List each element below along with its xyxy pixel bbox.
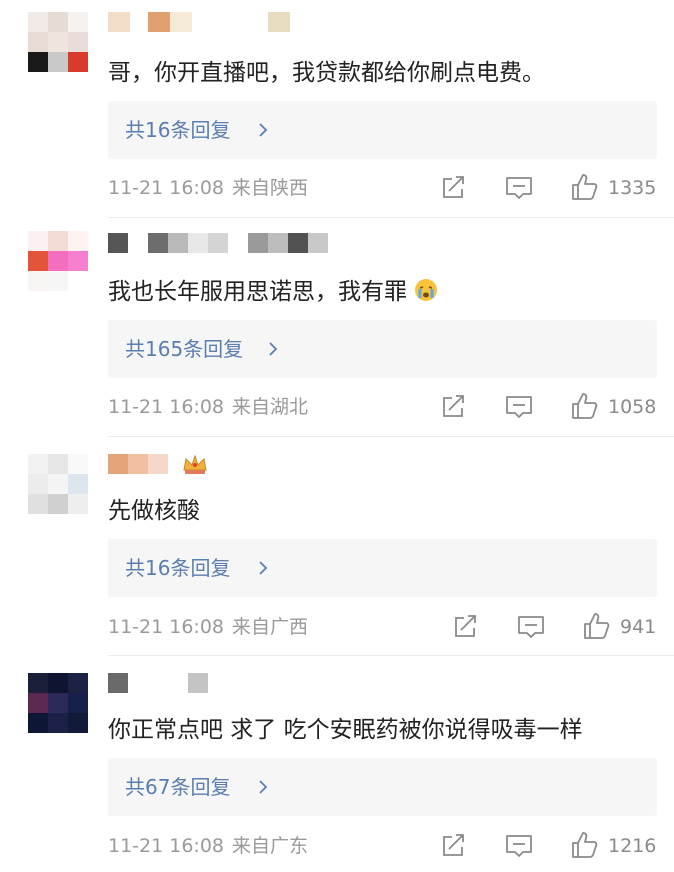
like-count: 1335: [608, 177, 657, 199]
replies-label: 共16条回复: [125, 118, 231, 142]
comment-location: 来自陕西: [232, 177, 309, 199]
username-blurred[interactable]: [108, 12, 298, 34]
share-icon[interactable]: [440, 176, 466, 200]
replies-link[interactable]: 共165条回复: [108, 320, 657, 378]
replies-label: 共67条回复: [125, 775, 231, 799]
comment-meta: 11-21 16:08 来自广西: [108, 614, 308, 640]
comment-time: 11-21 16:08: [108, 396, 225, 418]
comment-text-body: 我也长年服用思诺思，我有罪: [108, 279, 407, 305]
avatar[interactable]: [28, 12, 88, 72]
comment-icon[interactable]: [505, 395, 533, 419]
like-count: 1058: [608, 396, 657, 418]
username-blurred[interactable]: [108, 673, 208, 695]
comment-text: 我也长年服用思诺思，我有罪: [108, 277, 654, 307]
comment-icon[interactable]: [505, 834, 533, 858]
replies-link[interactable]: 共16条回复: [108, 101, 657, 159]
replies-link[interactable]: 共16条回复: [108, 539, 657, 597]
username-blurred[interactable]: [108, 233, 328, 255]
comment-item: 你正常点吧 求了 吃个安眠药被你说得吸毒一样 共67条回复 11-21 16:0…: [0, 657, 674, 872]
divider: [108, 436, 674, 437]
crown-icon: [183, 454, 207, 474]
share-icon[interactable]: [452, 615, 478, 639]
avatar[interactable]: [28, 673, 88, 733]
thumbs-up-icon[interactable]: [571, 173, 599, 201]
chevron-right-icon: [259, 780, 268, 794]
avatar[interactable]: [28, 231, 88, 291]
comment-icon[interactable]: [517, 615, 545, 639]
comment-item: 哥，你开直播吧，我贷款都给你刷点电费。 共16条回复 11-21 16:08 来自…: [0, 0, 674, 219]
comment-text: 先做核酸: [108, 498, 200, 524]
comment-meta: 11-21 16:08 来自湖北: [108, 394, 308, 420]
comment-list: 哥，你开直播吧，我贷款都给你刷点电费。 共16条回复 11-21 16:08 来自…: [0, 0, 674, 872]
chevron-right-icon: [259, 123, 268, 137]
share-icon[interactable]: [440, 834, 466, 858]
comment-location: 来自湖北: [232, 396, 309, 418]
comment-location: 来自广东: [232, 835, 309, 857]
thumbs-up-icon[interactable]: [583, 612, 611, 640]
comment-time: 11-21 16:08: [108, 177, 225, 199]
divider: [108, 655, 674, 656]
replies-label: 共165条回复: [125, 337, 244, 361]
chevron-right-icon: [259, 561, 268, 575]
comment-meta: 11-21 16:08 来自陕西: [108, 175, 308, 201]
divider: [108, 217, 674, 218]
like-count: 941: [620, 616, 657, 638]
comment-location: 来自广西: [232, 616, 309, 638]
chevron-right-icon: [269, 342, 278, 356]
comment-icon[interactable]: [505, 176, 533, 200]
thumbs-up-icon[interactable]: [571, 392, 599, 420]
comment-item: 我也长年服用思诺思，我有罪 共165条回复 11-21 16:08 来自湖北 10…: [0, 219, 674, 438]
like-count: 1216: [608, 835, 657, 857]
share-icon[interactable]: [440, 395, 466, 419]
avatar[interactable]: [28, 454, 88, 514]
replies-link[interactable]: 共67条回复: [108, 758, 657, 816]
thumbs-up-icon[interactable]: [571, 831, 599, 859]
comment-time: 11-21 16:08: [108, 835, 225, 857]
comment-meta: 11-21 16:08 来自广东: [108, 833, 308, 859]
comment-time: 11-21 16:08: [108, 616, 225, 638]
username-blurred[interactable]: [108, 454, 208, 476]
comment-text: 你正常点吧 求了 吃个安眠药被你说得吸毒一样: [108, 717, 583, 743]
comment-item: 先做核酸 共16条回复 11-21 16:08 来自广西 941: [0, 438, 674, 657]
crying-face-icon: [415, 279, 438, 301]
comment-text: 哥，你开直播吧，我贷款都给你刷点电费。: [108, 60, 545, 86]
replies-label: 共16条回复: [125, 556, 231, 580]
